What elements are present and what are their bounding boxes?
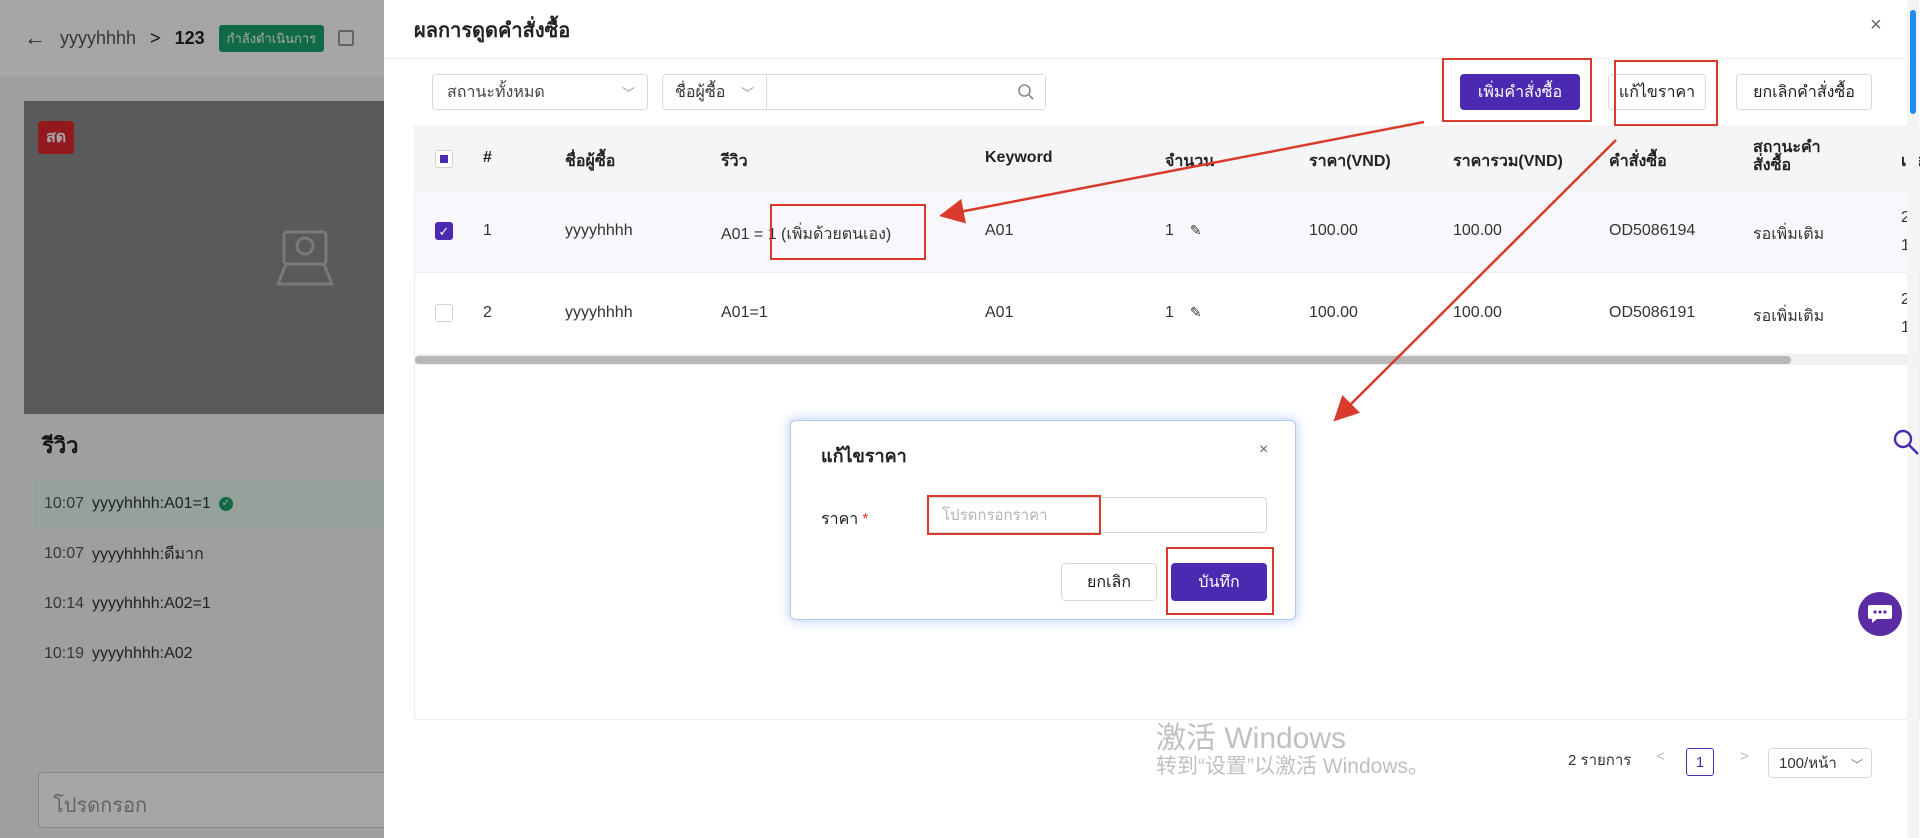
close-icon[interactable]: × <box>1870 14 1882 37</box>
chat-icon[interactable] <box>1858 592 1902 636</box>
add-order-button[interactable]: เพิ่มคำสั่งซื้อ <box>1460 74 1580 110</box>
chevron-down-icon: ﹀ <box>1850 758 1863 772</box>
search-icon[interactable] <box>1017 83 1035 101</box>
horizontal-scrollbar[interactable] <box>415 355 1920 365</box>
order-results-drawer: ผลการดูดคำสั่งซื้อ × สถานะทั้งหมด ﹀ ชื่อ… <box>384 0 1920 838</box>
windows-watermark: 激活 Windows 转到“设置”以激活 Windows。 <box>1156 722 1430 778</box>
table-row[interactable]: ✓ 1 yyyyhhhh A01 = 1 (เพิ่มด้วยตนเอง) A0… <box>415 191 1920 273</box>
search-icon[interactable] <box>1892 428 1920 456</box>
buyer-search-group: ชื่อผู้ซื้อ ﹀ <box>662 74 1046 110</box>
status-select[interactable]: สถานะทั้งหมด ﹀ <box>432 74 648 110</box>
drawer-title: ผลการดูดคำสั่งซื้อ <box>414 20 571 42</box>
save-button[interactable]: บันทึก <box>1171 563 1267 601</box>
table-row[interactable]: 2 yyyyhhhh A01=1 A01 1 ✎ 100.00 100.00 OD… <box>415 273 1920 355</box>
row-checkbox[interactable]: ✓ <box>435 222 453 240</box>
select-all-checkbox[interactable] <box>435 150 453 168</box>
scrollbar-thumb[interactable] <box>415 356 1791 364</box>
edit-icon[interactable]: ✎ <box>1190 222 1202 239</box>
edit-icon[interactable]: ✎ <box>1190 304 1202 321</box>
edit-price-dialog: แก้ไขราคา × ราคา* ยกเลิก บันทึก <box>790 420 1296 620</box>
chat-bubble-icon <box>1868 605 1892 623</box>
scrollbar-thumb[interactable] <box>1910 10 1916 114</box>
prev-page-icon[interactable]: < <box>1656 748 1665 765</box>
buyer-field-select[interactable]: ชื่อผู้ซื้อ ﹀ <box>663 75 767 109</box>
close-icon[interactable]: × <box>1259 441 1268 459</box>
dialog-title: แก้ไขราคา <box>821 446 907 466</box>
chevron-down-icon: ﹀ <box>740 86 754 101</box>
cancel-button[interactable]: ยกเลิก <box>1061 563 1157 601</box>
search-input[interactable] <box>767 75 1045 109</box>
pagination-total: 2 รายการ <box>1568 752 1632 769</box>
next-page-icon[interactable]: > <box>1740 748 1749 765</box>
chevron-down-icon: ﹀ <box>621 86 635 101</box>
table-header: # ชื่อผู้ซื้อ รีวิว Keyword จำนวน ราคา(V… <box>415 127 1920 191</box>
overlay-mask[interactable] <box>0 0 384 838</box>
divider <box>384 58 1920 59</box>
price-input[interactable] <box>927 497 1267 533</box>
vertical-scrollbar[interactable] <box>1907 0 1919 838</box>
page-size-select[interactable]: 100/หน้า ﹀ <box>1768 748 1872 778</box>
cancel-order-button[interactable]: ยกเลิกคำสั่งซื้อ <box>1736 74 1872 110</box>
row-checkbox[interactable] <box>435 304 453 322</box>
price-label: ราคา * <box>821 511 869 528</box>
page-number[interactable]: 1 <box>1686 748 1714 776</box>
edit-price-button[interactable]: แก้ไขราคา <box>1608 74 1706 110</box>
required-mark: * <box>862 511 869 528</box>
